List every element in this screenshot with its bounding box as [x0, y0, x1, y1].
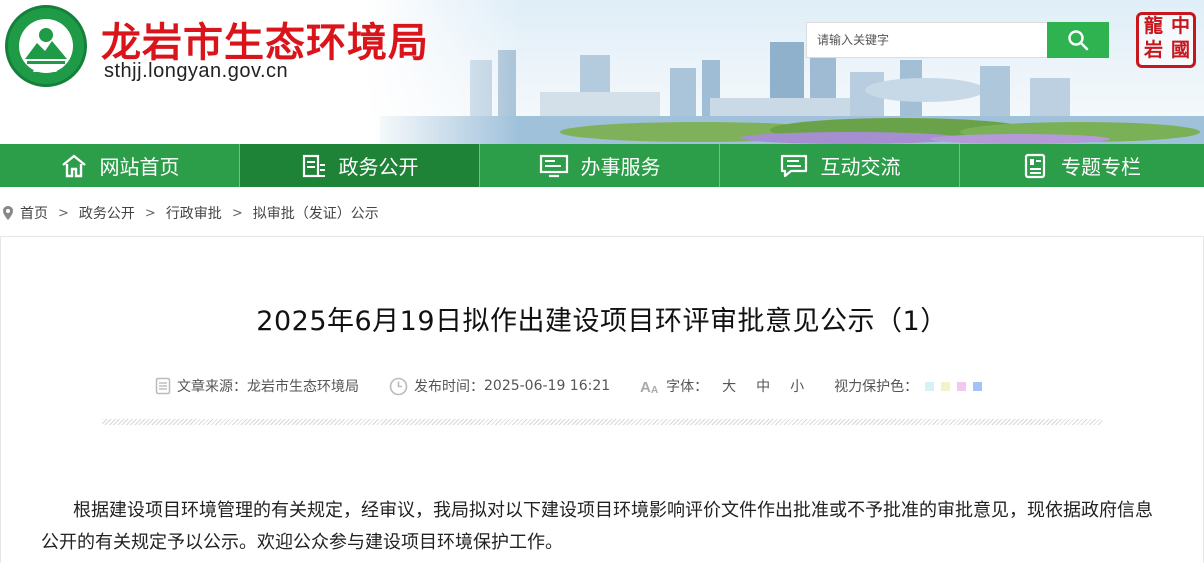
nav-label: 网站首页 — [99, 155, 180, 179]
eye-color-yellow[interactable] — [941, 381, 951, 391]
logo-text: ZHB — [32, 64, 60, 75]
meta-source: 文章来源： 龙岩市生态环境局 — [155, 376, 359, 396]
clock-icon — [389, 377, 408, 396]
breadcrumb-government-affairs[interactable]: 政务公开 — [79, 203, 135, 223]
seal-char-2: 國 — [1171, 39, 1191, 61]
document-icon — [301, 153, 327, 179]
breadcrumb-separator: > — [58, 205, 69, 221]
document-lines-icon — [155, 377, 171, 395]
site-domain: sthjj.longyan.gov.cn — [104, 60, 289, 82]
nav-item-services[interactable]: 办事服务 — [480, 144, 720, 187]
article-panel: 2025年6月19日拟作出建设项目环评审批意见公示（1） 文章来源： 龙岩市生态… — [0, 236, 1204, 563]
meta-eye-protection: 视力保护色： — [834, 376, 983, 396]
nav-label: 互动交流 — [820, 155, 901, 179]
svg-text:A: A — [640, 379, 651, 395]
breadcrumb-separator: > — [231, 205, 243, 221]
eye-color-blue[interactable] — [973, 381, 983, 391]
date-value: 2025-06-19 16:21 — [484, 378, 611, 394]
eye-color-cyan[interactable] — [925, 381, 935, 391]
font-size-small[interactable]: 小 — [790, 376, 804, 396]
longyan-seal: 中 國 龍 岩 — [1136, 12, 1196, 68]
nav-label: 专题专栏 — [1061, 155, 1141, 179]
svg-text:A: A — [651, 385, 658, 395]
source-value: 龙岩市生态环境局 — [247, 379, 359, 395]
home-icon — [60, 153, 88, 179]
breadcrumb-home[interactable]: 首页 — [20, 203, 48, 223]
font-size-medium[interactable]: 中 — [756, 376, 770, 396]
seal-char-4: 岩 — [1144, 39, 1164, 61]
main-nav: 网站首页 政务公开 办事服务 互动交流 专题专栏 — [0, 144, 1204, 187]
font-size-large[interactable]: 大 — [722, 376, 736, 396]
eye-protection-label: 视力保护色： — [834, 379, 919, 395]
site-header: ZHB 龙岩市生态环境局 sthjj.longyan.gov.cn 中 國 龍 … — [0, 0, 1204, 144]
date-label: 发布时间： — [414, 379, 484, 395]
zhb-logo[interactable]: ZHB — [5, 5, 87, 87]
nav-item-home[interactable]: 网站首页 — [0, 144, 240, 187]
location-pin-icon — [2, 205, 14, 221]
eye-color-pink[interactable] — [957, 381, 967, 391]
hatched-divider — [102, 419, 1102, 425]
meta-date: 发布时间： 2025-06-19 16:21 — [389, 376, 610, 396]
search-input[interactable] — [807, 23, 1047, 57]
font-label: 字体： — [666, 379, 709, 395]
article-meta: 文章来源： 龙岩市生态环境局 发布时间： 2025-06-19 16:21 AA… — [155, 375, 983, 397]
column-icon — [1023, 153, 1049, 179]
seal-char-3: 龍 — [1144, 15, 1164, 37]
nav-item-government-affairs[interactable]: 政务公开 — [240, 144, 480, 187]
search-box — [806, 22, 1109, 58]
article-title: 2025年6月19日拟作出建设项目环评审批意见公示（1） — [256, 306, 948, 337]
font-size-icon: AA — [640, 377, 660, 395]
nav-item-interaction[interactable]: 互动交流 — [720, 144, 960, 187]
chat-icon — [779, 153, 809, 179]
nav-item-special-topics[interactable]: 专题专栏 — [960, 144, 1204, 187]
article-body: 根据建设项目环境管理的有关规定，经审议，我局拟对以下建设项目环境影响评价文件作出… — [41, 500, 1153, 553]
breadcrumb-pending-approval[interactable]: 拟审批（发证）公示 — [253, 203, 379, 223]
breadcrumb-administrative-approval[interactable]: 行政审批 — [166, 203, 222, 223]
search-button[interactable] — [1047, 22, 1109, 58]
source-label: 文章来源： — [177, 379, 247, 395]
nav-label: 政务公开 — [338, 155, 419, 179]
search-icon — [1068, 30, 1089, 51]
meta-font-size: AA 字体： 大 中 小 — [640, 376, 804, 396]
service-icon — [539, 153, 569, 179]
seal-char-1: 中 — [1171, 15, 1191, 37]
nav-label: 办事服务 — [580, 155, 661, 179]
breadcrumb-separator: > — [144, 205, 156, 221]
breadcrumb: 首页 > 政务公开 > 行政审批 > 拟审批（发证）公示 — [0, 196, 379, 230]
